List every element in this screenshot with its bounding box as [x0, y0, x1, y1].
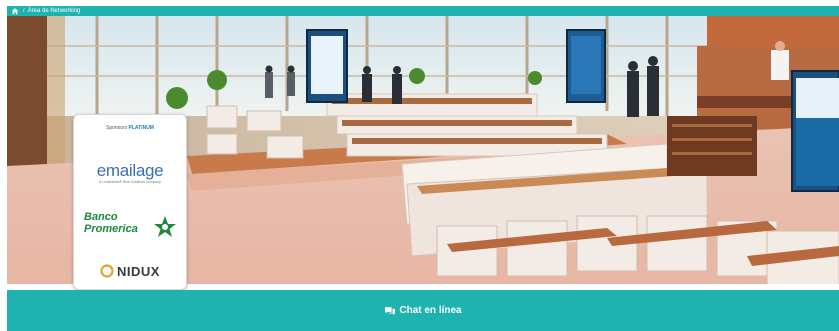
nidux-ring-icon — [100, 264, 114, 278]
nidux-logo[interactable]: NIDUX — [74, 261, 186, 281]
banco-promerica-logo[interactable]: Banco Promerica — [84, 211, 179, 245]
chat-bubble-icon — [385, 306, 396, 315]
star-icon — [154, 216, 176, 237]
breadcrumb-separator: / — [23, 8, 25, 14]
sponsors-header-tier: PLATINUM — [128, 125, 154, 131]
breadcrumb-current[interactable]: Área de Networking — [28, 6, 81, 16]
nidux-logo-name: NIDUX — [117, 263, 160, 279]
chat-online-label: Chat en línea — [399, 305, 462, 316]
home-icon[interactable] — [11, 7, 19, 15]
sponsors-header: Sponsors PLATINUM — [74, 125, 186, 131]
emailage-logo-tagline: A LexisNexis® Risk Solutions Company — [99, 180, 161, 184]
networking-page: / Área de Networking Sponsors PLATINUM e… — [0, 0, 839, 331]
emailage-logo-name: emailage — [96, 161, 164, 180]
breadcrumb: / Área de Networking — [7, 6, 839, 16]
sponsors-panel: Sponsors PLATINUM emailage A LexisNexis®… — [73, 114, 187, 290]
chat-online-button[interactable]: Chat en línea — [7, 290, 839, 331]
emailage-logo[interactable]: emailage A LexisNexis® Risk Solutions Co… — [74, 161, 186, 184]
sponsors-header-prefix: Sponsors — [106, 125, 128, 131]
